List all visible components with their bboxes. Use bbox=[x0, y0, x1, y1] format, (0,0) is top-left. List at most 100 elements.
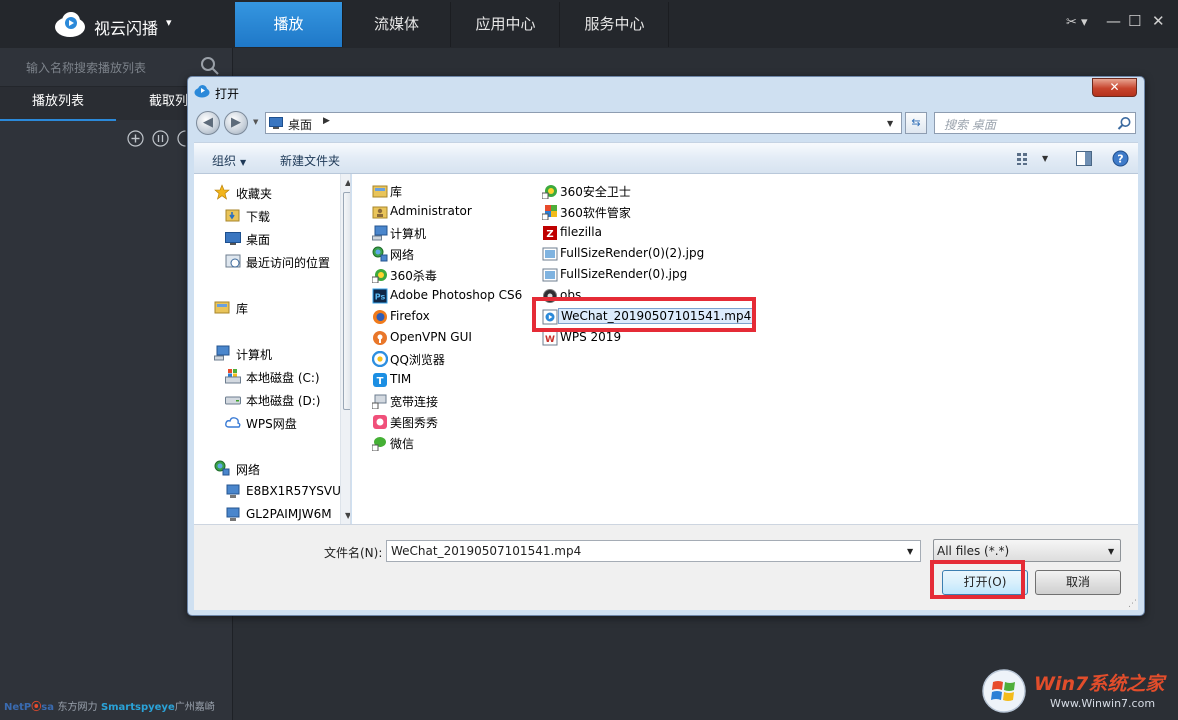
search-field[interactable]: 搜索 桌面 bbox=[934, 112, 1136, 134]
skin-scissors-icon[interactable]: ✂ ▾ bbox=[1066, 15, 1088, 30]
back-button[interactable]: ◀ bbox=[196, 111, 220, 135]
navigation-pane: 收藏夹 下载 桌面 最近访问的位置 库 计算机 本地磁盘 (C:) 本地磁盘 (… bbox=[194, 174, 351, 524]
brand-netposa-a: NetP bbox=[4, 702, 32, 713]
refresh-button[interactable]: ⇆ bbox=[905, 112, 927, 134]
search-icon[interactable] bbox=[200, 56, 220, 76]
tab-service-center[interactable]: 服务中心 bbox=[561, 2, 669, 47]
address-dropdown-icon[interactable]: ▼ bbox=[887, 119, 893, 128]
computer-icon bbox=[214, 345, 230, 361]
360-software-manager-icon bbox=[542, 205, 557, 220]
360-antivirus-icon bbox=[372, 269, 387, 283]
history-dropdown-icon[interactable]: ▼ bbox=[253, 118, 258, 126]
preview-pane-icon[interactable] bbox=[1076, 151, 1092, 166]
filename-value: WeChat_20190507101541.mp4 bbox=[391, 544, 582, 558]
close-icon[interactable]: ✕ bbox=[1152, 12, 1165, 30]
add-icon[interactable] bbox=[127, 130, 144, 147]
view-options-icon[interactable] bbox=[1016, 152, 1032, 166]
tab-play[interactable]: 播放 bbox=[235, 2, 343, 47]
cloud-play-logo-icon bbox=[55, 12, 85, 37]
brand-netposa-b: sa bbox=[41, 702, 54, 713]
highlight-open-button bbox=[930, 560, 1025, 599]
meitu-icon bbox=[373, 415, 387, 429]
360-security-icon bbox=[542, 185, 557, 199]
windows-logo-icon bbox=[982, 669, 1026, 713]
svg-text:W: W bbox=[545, 335, 555, 345]
tab-capture[interactable]: 截取列 bbox=[149, 87, 188, 121]
organize-menu[interactable]: 组织 ▼ bbox=[212, 152, 246, 169]
scrollbar-thumb[interactable] bbox=[343, 192, 350, 410]
brand-smartspyeye: Smartspyeye bbox=[100, 702, 175, 713]
libraries-folder-icon bbox=[214, 301, 230, 314]
command-bar: 组织 ▼ 新建文件夹 ▼ ? bbox=[194, 142, 1138, 174]
file-list: 库 Administrator 计算机 网络 360杀毒 Ps Adobe Ph… bbox=[352, 174, 1138, 524]
network-icon bbox=[372, 246, 388, 262]
filetype-select[interactable]: All files (*.*) ▼ bbox=[933, 539, 1121, 562]
nav-computer[interactable]: 计算机 bbox=[236, 346, 272, 363]
tab-streaming[interactable]: 流媒体 bbox=[343, 2, 451, 47]
filetype-dropdown-icon[interactable]: ▼ bbox=[1108, 547, 1114, 556]
nav-downloads[interactable]: 下载 bbox=[246, 208, 270, 225]
wechat-icon bbox=[372, 437, 386, 451]
tab-playlist[interactable]: 播放列表 bbox=[0, 87, 116, 121]
breadcrumb-chevron-icon[interactable]: ▶ bbox=[323, 116, 330, 126]
image-file-icon bbox=[542, 268, 558, 282]
tim-icon: T bbox=[373, 373, 387, 387]
nav-network[interactable]: 网络 bbox=[236, 461, 260, 478]
nav-drive-d[interactable]: 本地磁盘 (D:) bbox=[246, 392, 320, 409]
help-icon[interactable]: ? bbox=[1112, 150, 1129, 167]
filename-input[interactable]: WeChat_20190507101541.mp4 ▼ bbox=[386, 540, 921, 562]
forward-button[interactable]: ▶ bbox=[224, 111, 248, 135]
nav-recent-places[interactable]: 最近访问的位置 bbox=[246, 254, 330, 271]
playlist-search-input[interactable]: 输入名称搜索播放列表 bbox=[26, 59, 146, 76]
nav-desktop[interactable]: 桌面 bbox=[246, 231, 270, 248]
dialog-close-button[interactable]: ✕ bbox=[1092, 78, 1137, 97]
open-file-dialog: 打开 ✕ ◀ ▶ ▼ 桌面 ▶ ▼ ⇆ 搜索 桌面 组织 ▼ 新建文件夹 ▼ ?… bbox=[187, 76, 1145, 616]
desktop-icon bbox=[225, 232, 241, 245]
search-placeholder: 搜索 桌面 bbox=[944, 118, 996, 132]
user-folder-icon bbox=[372, 206, 388, 219]
search-icon[interactable] bbox=[1117, 116, 1132, 131]
address-bar[interactable]: 桌面 ▶ ▼ bbox=[265, 112, 902, 134]
maximize-icon[interactable]: ☐ bbox=[1128, 12, 1141, 30]
app-title[interactable]: 视云闪播 bbox=[94, 15, 158, 39]
scroll-up-icon[interactable]: ▲ bbox=[345, 178, 350, 187]
svg-text:Z: Z bbox=[546, 229, 553, 240]
firefox-icon bbox=[373, 310, 387, 324]
brand-footer: NetP⦿sa 东方网力 Smartspyeye广州嘉崎 bbox=[4, 702, 215, 713]
filezilla-icon: Z bbox=[543, 226, 557, 240]
wps-icon: W bbox=[542, 330, 558, 346]
wps-cloud-icon bbox=[225, 417, 241, 428]
library-folder-icon bbox=[372, 185, 388, 198]
filename-dropdown-icon[interactable]: ▼ bbox=[907, 547, 913, 556]
nav-favorites[interactable]: 收藏夹 bbox=[236, 185, 272, 202]
cancel-button[interactable]: 取消 bbox=[1035, 570, 1121, 595]
nav-host-2[interactable]: GL2PAIMJW6M bbox=[246, 507, 332, 521]
image-file-icon bbox=[542, 247, 558, 261]
hard-drive-icon bbox=[225, 396, 241, 405]
nav-host-1[interactable]: E8BX1R57YSVU bbox=[246, 484, 341, 498]
view-dropdown-icon[interactable]: ▼ bbox=[1042, 154, 1048, 163]
brand-smartspyeye-cn: 广州嘉崎 bbox=[174, 702, 215, 713]
new-folder-button[interactable]: 新建文件夹 bbox=[280, 152, 340, 169]
computer-icon bbox=[372, 225, 388, 241]
nav-scrollbar[interactable]: ▲ ▼ bbox=[340, 174, 350, 524]
tab-app-center[interactable]: 应用中心 bbox=[452, 2, 560, 47]
dialog-title: 打开 bbox=[215, 87, 240, 101]
openvpn-icon bbox=[373, 331, 387, 345]
qq-browser-icon bbox=[372, 351, 388, 367]
nav-wps-cloud[interactable]: WPS网盘 bbox=[246, 415, 297, 432]
app-menu-caret-icon[interactable]: ▾ bbox=[166, 16, 172, 29]
network-computer-icon bbox=[226, 507, 240, 521]
recent-places-icon bbox=[225, 254, 241, 268]
windows-drive-icon bbox=[225, 369, 241, 384]
nav-drive-c[interactable]: 本地磁盘 (C:) bbox=[246, 369, 320, 386]
scroll-down-icon[interactable]: ▼ bbox=[345, 511, 350, 520]
filename-label: 文件名(N): bbox=[324, 546, 383, 560]
minimize-icon[interactable]: — bbox=[1106, 12, 1121, 30]
nav-libraries[interactable]: 库 bbox=[236, 300, 248, 317]
resize-grip-icon[interactable]: ⋰ bbox=[1128, 599, 1137, 609]
sort-icon[interactable] bbox=[152, 130, 169, 147]
photoshop-icon: Ps bbox=[372, 288, 388, 304]
favorites-star-icon bbox=[214, 184, 230, 200]
desktop-icon bbox=[269, 117, 283, 129]
